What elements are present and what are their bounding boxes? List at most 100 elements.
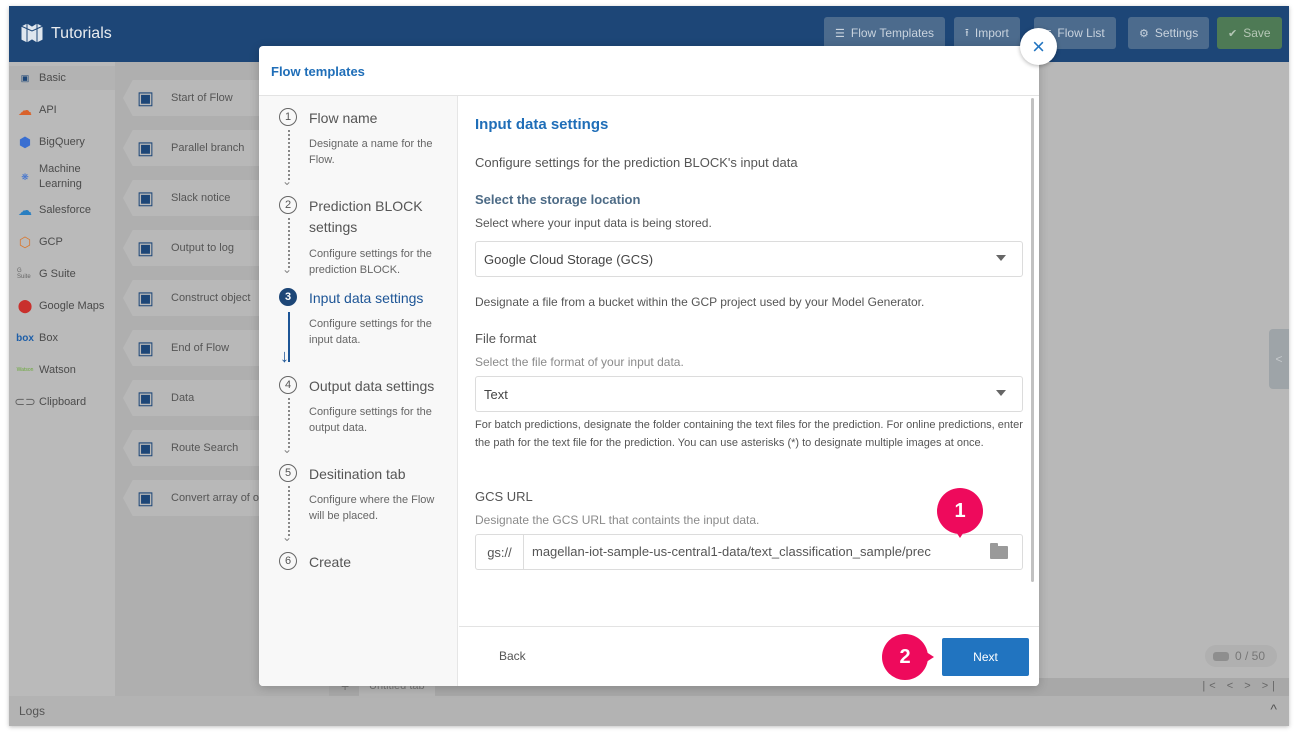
brain-icon: ❋	[21, 171, 29, 182]
category-label: G Suite	[39, 268, 76, 280]
arrow-down-icon: ⌄	[282, 262, 293, 276]
block-label: Route Search	[171, 442, 239, 454]
category-clipboard[interactable]: ⊂⊃ Clipboard	[9, 390, 115, 414]
content-scrollbar[interactable]	[1031, 98, 1034, 582]
block-count-icon	[1213, 651, 1229, 661]
step-connector	[288, 486, 290, 536]
category-label: Box	[39, 332, 58, 344]
paperclip-icon: ⊂⊃	[14, 394, 36, 409]
block-label: Start of Flow	[171, 92, 233, 104]
wizard-steps: 1 Flow name ⌄ Designate a name for the F…	[259, 96, 458, 686]
next-button[interactable]: Next	[942, 638, 1029, 676]
category-machine-learning[interactable]: ❋ Machine Learning	[9, 160, 115, 194]
save-button[interactable]: ✔ Save	[1217, 17, 1282, 49]
chevron-up-icon[interactable]: ^	[1270, 701, 1277, 717]
magellan-logo-icon: ▣	[137, 138, 155, 158]
category-label: API	[39, 104, 57, 116]
import-button[interactable]: ⭱ Import	[954, 17, 1020, 49]
callout-marker-1: 1	[937, 488, 983, 538]
step-title: Create	[309, 554, 352, 570]
logs-label: Logs	[19, 704, 46, 718]
file-format-select[interactable]: Text	[475, 376, 1023, 412]
logs-panel[interactable]: Logs ^	[9, 696, 1289, 726]
category-label: GCP	[39, 236, 63, 248]
dialog-title: Flow templates	[271, 64, 365, 79]
step-number: 4	[279, 376, 297, 394]
block-label: End of Flow	[171, 342, 230, 354]
block-label: Convert array of o	[171, 492, 260, 504]
step-content: Input data settings Configure settings f…	[459, 96, 1039, 626]
step-connector	[288, 218, 290, 268]
category-label: BigQuery	[39, 136, 85, 148]
step-number: 1	[279, 108, 297, 126]
gsuite-icon: G Suite	[17, 268, 31, 280]
step-number: 6	[279, 552, 297, 570]
list-icon: ☰	[835, 27, 845, 40]
step-title: Flow name	[309, 110, 378, 126]
file-format-help: For batch predictions, designate the fol…	[475, 419, 1023, 449]
block-label: Construct object	[171, 292, 251, 304]
category-salesforce[interactable]: ☁ Salesforce	[9, 198, 115, 222]
category-box[interactable]: box Box	[9, 326, 115, 350]
category-api[interactable]: ☁ API	[9, 98, 115, 122]
watson-logo-icon: Watson	[16, 367, 34, 373]
arrow-down-icon: ⌄	[282, 174, 293, 188]
step-description: Configure settings for the prediction BL…	[309, 248, 432, 276]
file-format-label: File format	[475, 331, 537, 346]
step-connector	[288, 398, 290, 448]
check-circle-icon: ✔	[1228, 27, 1238, 40]
step-number: 2	[279, 196, 297, 214]
magellan-logo-icon: ▣	[137, 188, 155, 208]
map-pin-icon: ⬤	[17, 298, 33, 313]
magellan-logo-icon: ▣	[137, 438, 155, 458]
category-basic[interactable]: ▣ Basic	[9, 66, 115, 90]
close-icon: ×	[1032, 33, 1045, 59]
import-label: Import	[974, 26, 1009, 40]
category-gsuite[interactable]: G Suite G Suite	[9, 262, 115, 286]
storage-location-value: Google Cloud Storage (GCS)	[484, 252, 654, 267]
back-button[interactable]: Back	[499, 649, 526, 663]
callout-number: 1	[954, 499, 966, 522]
step-description: Configure settings for the output data.	[309, 406, 432, 434]
step-connector	[288, 130, 290, 180]
gcs-url-field: gs://	[475, 534, 1023, 570]
box-logo-icon: box	[16, 332, 34, 344]
callout-marker-2: 2	[882, 634, 934, 680]
category-watson[interactable]: Watson Watson	[9, 358, 115, 382]
gcs-url-note: Designate the GCS URL that containts the…	[475, 513, 760, 527]
category-gcp[interactable]: ⬡ GCP	[9, 230, 115, 254]
dialog-footer: Back Next	[459, 626, 1039, 686]
gear-icon: ⚙	[1139, 27, 1149, 40]
block-label: Slack notice	[171, 192, 231, 204]
flow-list-label: Flow List	[1057, 26, 1105, 40]
tab-pager[interactable]: |< < > >|	[1202, 680, 1279, 692]
right-panel-toggle[interactable]: <	[1269, 329, 1289, 389]
settings-button[interactable]: ⚙ Settings	[1128, 17, 1210, 49]
close-dialog-button[interactable]: ×	[1020, 28, 1057, 65]
category-label: Watson	[39, 364, 76, 376]
folder-icon[interactable]	[990, 543, 1008, 559]
gcs-url-label: GCS URL	[475, 489, 533, 504]
block-counter: 0 / 50	[1205, 645, 1277, 667]
magellan-logo-icon: ▣	[137, 338, 155, 358]
category-label: Machine Learning	[39, 163, 82, 190]
block-label: Parallel branch	[171, 142, 245, 154]
bucket-note: Designate a file from a bucket within th…	[475, 295, 925, 309]
flow-templates-dialog: Flow templates 1 Flow name ⌄ Designate a…	[259, 46, 1039, 686]
category-label: Google Maps	[39, 300, 105, 312]
settings-label: Settings	[1154, 26, 1199, 40]
block-label: Data	[171, 392, 195, 404]
category-bigquery[interactable]: ⬢ BigQuery	[9, 130, 115, 154]
block-label: Output to log	[171, 242, 234, 254]
flow-templates-button[interactable]: ☰ Flow Templates	[824, 17, 946, 49]
category-google-maps[interactable]: ⬤ Google Maps	[9, 294, 115, 318]
magellan-logo-icon: ▣	[137, 88, 155, 108]
file-format-value: Text	[484, 387, 508, 402]
arrow-down-icon: ⌄	[282, 530, 293, 544]
storage-location-select[interactable]: Google Cloud Storage (GCS)	[475, 241, 1023, 277]
magellan-logo-icon: ▣	[20, 72, 30, 83]
gcs-url-input[interactable]	[532, 544, 972, 559]
magellan-logo-icon: ▣	[137, 388, 155, 408]
arrow-down-icon: ↓	[280, 346, 289, 366]
magellan-logo-icon	[20, 22, 44, 44]
